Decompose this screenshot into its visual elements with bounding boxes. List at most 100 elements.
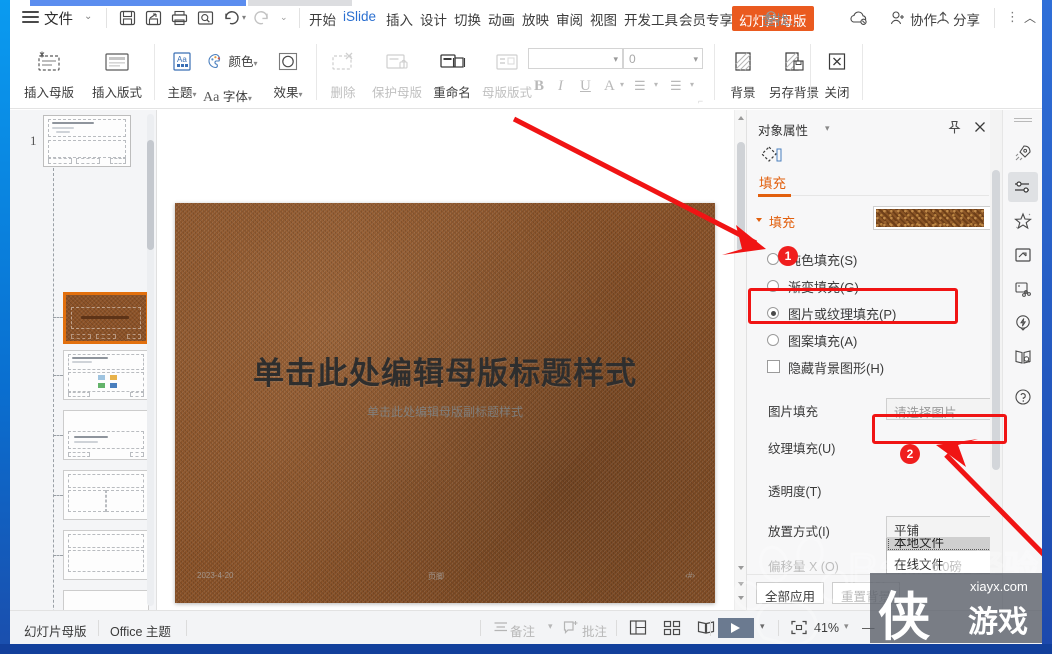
- magic-star-icon[interactable]: [1008, 206, 1038, 236]
- zoom-chevron-down-icon[interactable]: ▾: [844, 621, 849, 632]
- apply-all-button[interactable]: 全部应用: [756, 582, 825, 604]
- fit-to-window-icon[interactable]: [790, 619, 808, 641]
- section-expand-icon[interactable]: [756, 218, 762, 222]
- main-menu-icon[interactable]: [22, 11, 39, 24]
- bold-icon[interactable]: B: [534, 78, 544, 95]
- save-icon[interactable]: [118, 9, 137, 27]
- menu-tab-4[interactable]: 切换: [454, 9, 481, 29]
- ribbon-rename[interactable]: 重命名: [430, 50, 474, 101]
- collapse-ribbon-icon[interactable]: ︿: [1024, 9, 1036, 26]
- bullet-list-icon[interactable]: ☰: [634, 78, 646, 94]
- canvas-vertical-scrollbar[interactable]: [734, 110, 746, 610]
- notes-chevron-down-icon[interactable]: ▾: [548, 621, 553, 632]
- slide-canvas-area[interactable]: 单击此处编辑母版标题样式 单击此处编辑母版副标题样式 2023-4-20 页脚 …: [157, 110, 746, 610]
- scroll-next-slide-icon[interactable]: [738, 582, 744, 586]
- number-list-chevron-down-icon[interactable]: ▾: [690, 80, 694, 89]
- help-icon[interactable]: [1008, 382, 1038, 412]
- menu-tab-7[interactable]: 审阅: [556, 9, 583, 29]
- undo-dropdown-icon[interactable]: ▾: [242, 13, 246, 22]
- file-menu-chevron-down-icon[interactable]: ⌄: [84, 11, 92, 22]
- flash-idea-icon[interactable]: [1008, 308, 1038, 338]
- bullet-list-chevron-down-icon[interactable]: ▾: [654, 80, 658, 89]
- comment-label[interactable]: 批注: [582, 621, 607, 640]
- thumbnail-master[interactable]: [43, 115, 131, 167]
- menu-tab-1[interactable]: iSlide: [343, 9, 376, 24]
- font-color-chevron-down-icon[interactable]: ▾: [620, 80, 624, 89]
- normal-view-icon[interactable]: [628, 619, 648, 641]
- menu-tab-3[interactable]: 设计: [420, 9, 447, 29]
- collaborate-icon[interactable]: [890, 10, 906, 26]
- scroll-up-icon[interactable]: [738, 116, 744, 120]
- italic-icon[interactable]: I: [558, 78, 563, 95]
- ribbon-background[interactable]: 背景: [722, 50, 764, 101]
- print-preview-icon[interactable]: [196, 9, 215, 27]
- thumbnail-layout-3[interactable]: [63, 410, 149, 460]
- ribbon-insert-layout[interactable]: 插入版式: [86, 50, 148, 101]
- ribbon-insert-master[interactable]: 插入母版: [18, 50, 80, 101]
- document-tab-active[interactable]: [30, 0, 246, 6]
- slide-sorter-icon[interactable]: [662, 619, 682, 641]
- image-export-icon[interactable]: [1008, 240, 1038, 270]
- slide-footer-placeholder[interactable]: 页脚: [428, 571, 444, 582]
- thumbnail-layout-1[interactable]: [63, 292, 149, 344]
- thumbnail-layout-5[interactable]: [63, 530, 149, 580]
- font-size-chevron-down-icon[interactable]: ▾: [693, 54, 698, 65]
- section-fill-header[interactable]: 填充: [769, 212, 795, 231]
- underline-icon[interactable]: U: [580, 78, 591, 95]
- scroll-prev-slide-icon[interactable]: [738, 596, 744, 600]
- ribbon-theme[interactable]: Aa 主题▾: [160, 50, 204, 101]
- ribbon-effect[interactable]: 效果▾: [268, 50, 308, 101]
- slide-thumbnail-pane[interactable]: 1: [10, 110, 157, 610]
- ribbon-delete[interactable]: 删除: [322, 50, 364, 101]
- ribbon-save-background[interactable]: 另存背景: [766, 50, 822, 101]
- menu-tab-0[interactable]: 开始: [309, 9, 336, 29]
- customize-toolbar-icon[interactable]: ⌄: [280, 12, 288, 23]
- ribbon-close-master[interactable]: 关闭: [816, 50, 858, 101]
- font-color-icon[interactable]: A: [604, 78, 615, 95]
- fill-color-swatch-dropdown[interactable]: [873, 206, 1005, 230]
- master-subtitle-placeholder[interactable]: 单击此处编辑母版副标题样式: [205, 403, 685, 420]
- file-menu-button[interactable]: 文件: [44, 8, 73, 29]
- share-icon[interactable]: [935, 10, 951, 26]
- thumbnail-scrollbar-grip[interactable]: [147, 140, 154, 250]
- select-placement-mode[interactable]: 平铺: [886, 516, 1005, 538]
- thumbnail-layout-6[interactable]: [63, 590, 149, 610]
- canvas-scrollbar-grip[interactable]: [737, 142, 745, 252]
- close-icon[interactable]: [973, 120, 987, 139]
- print-icon[interactable]: [170, 9, 189, 27]
- reading-view-icon[interactable]: [696, 619, 716, 641]
- stamp-icon[interactable]: [1008, 274, 1038, 304]
- ribbon-color[interactable]: 颜色▾: [207, 51, 258, 72]
- menu-tab-10[interactable]: 会员专享: [679, 9, 733, 29]
- ribbon-font[interactable]: Aa 字体▾: [203, 86, 252, 106]
- collaborate-label[interactable]: 协作: [910, 9, 937, 29]
- number-list-icon[interactable]: ☰: [670, 78, 682, 94]
- more-options-icon[interactable]: ⋮: [1006, 9, 1019, 25]
- paragraph-dialog-launcher-icon[interactable]: ⌐: [698, 96, 703, 106]
- master-title-placeholder[interactable]: 单击此处编辑母版标题样式: [205, 348, 685, 393]
- panel-title-chevron-down-icon[interactable]: ▾: [825, 123, 830, 134]
- slideshow-chevron-down-icon[interactable]: ▾: [760, 621, 765, 632]
- menu-tab-5[interactable]: 动画: [488, 9, 515, 29]
- panel-scrollbar[interactable]: [990, 110, 1002, 574]
- rocket-icon[interactable]: [1008, 138, 1038, 168]
- notes-label[interactable]: 备注: [510, 621, 535, 640]
- menu-tab-2[interactable]: 插入: [386, 9, 413, 29]
- pin-icon[interactable]: [947, 120, 962, 140]
- notes-icon[interactable]: [492, 619, 510, 640]
- document-tab-inactive[interactable]: [248, 0, 352, 6]
- search-input[interactable]: 查找...: [762, 9, 800, 29]
- menu-tab-6[interactable]: 放映: [522, 9, 549, 29]
- menu-tab-8[interactable]: 视图: [590, 9, 617, 29]
- ribbon-protect-master[interactable]: 保护母版: [368, 50, 426, 101]
- share-label[interactable]: 分享: [953, 9, 980, 29]
- book-search-icon[interactable]: [1008, 342, 1038, 372]
- tab-fill[interactable]: 填充: [759, 172, 786, 192]
- thumbnail-layout-4[interactable]: [63, 470, 149, 520]
- thumbnail-scrollbar[interactable]: [147, 114, 154, 606]
- menu-tab-9[interactable]: 开发工具: [624, 9, 678, 29]
- cloud-sync-icon[interactable]: [848, 10, 870, 26]
- zoom-level[interactable]: 41%: [814, 621, 839, 635]
- start-slideshow-button[interactable]: [718, 618, 754, 638]
- save-as-icon[interactable]: [144, 9, 163, 27]
